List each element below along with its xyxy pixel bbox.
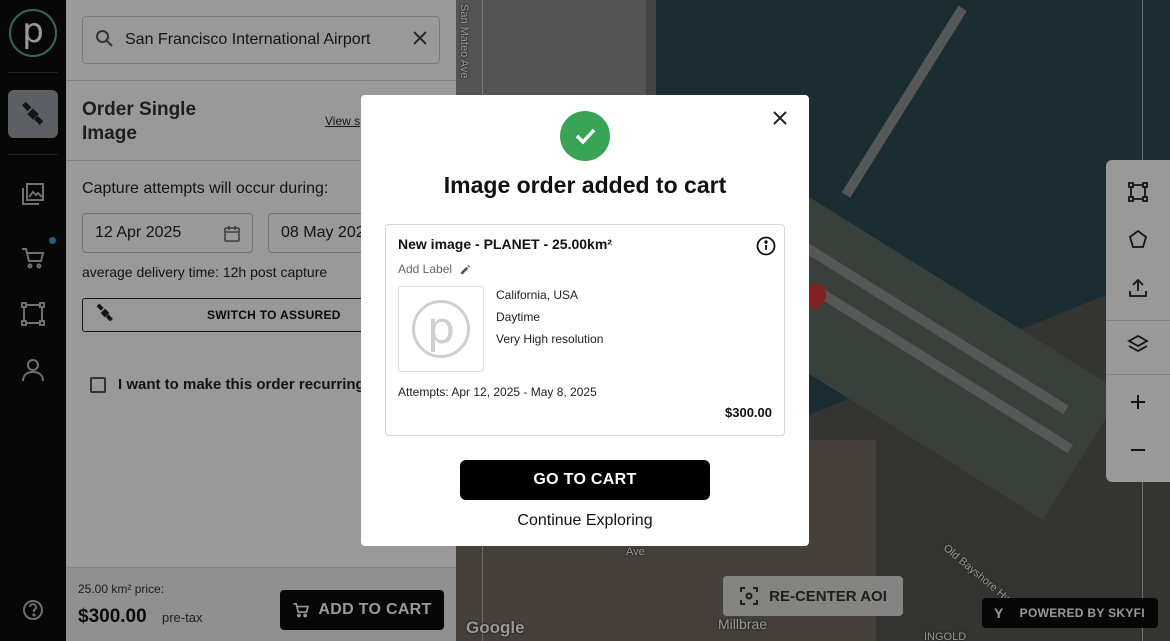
add-label-text: Add Label	[398, 262, 453, 276]
order-item-title: New image - PLANET - 25.00km²	[398, 236, 612, 252]
order-thumbnail: p	[398, 286, 484, 372]
continue-exploring-link[interactable]: Continue Exploring	[361, 512, 809, 530]
info-icon[interactable]	[756, 236, 776, 261]
go-to-cart-button[interactable]: GO TO CART	[460, 460, 710, 500]
order-price: $300.00	[725, 405, 772, 420]
close-icon[interactable]	[772, 110, 790, 128]
cart-confirmation-modal: Image order added to cart New image - PL…	[361, 95, 809, 546]
modal-heading: Image order added to cart	[443, 172, 727, 198]
add-label-link[interactable]: Add Label	[398, 262, 471, 276]
order-time: Daytime	[496, 310, 541, 324]
order-location: California, USA	[496, 288, 579, 302]
order-item-card: New image - PLANET - 25.00km² Add Label …	[385, 224, 785, 436]
success-check-icon	[560, 111, 610, 161]
order-resolution: Very High resolution	[496, 332, 604, 346]
pencil-icon	[460, 264, 471, 274]
placeholder-logo-icon: p	[412, 300, 470, 358]
order-attempts: Attempts: Apr 12, 2025 - May 8, 2025	[398, 385, 597, 399]
